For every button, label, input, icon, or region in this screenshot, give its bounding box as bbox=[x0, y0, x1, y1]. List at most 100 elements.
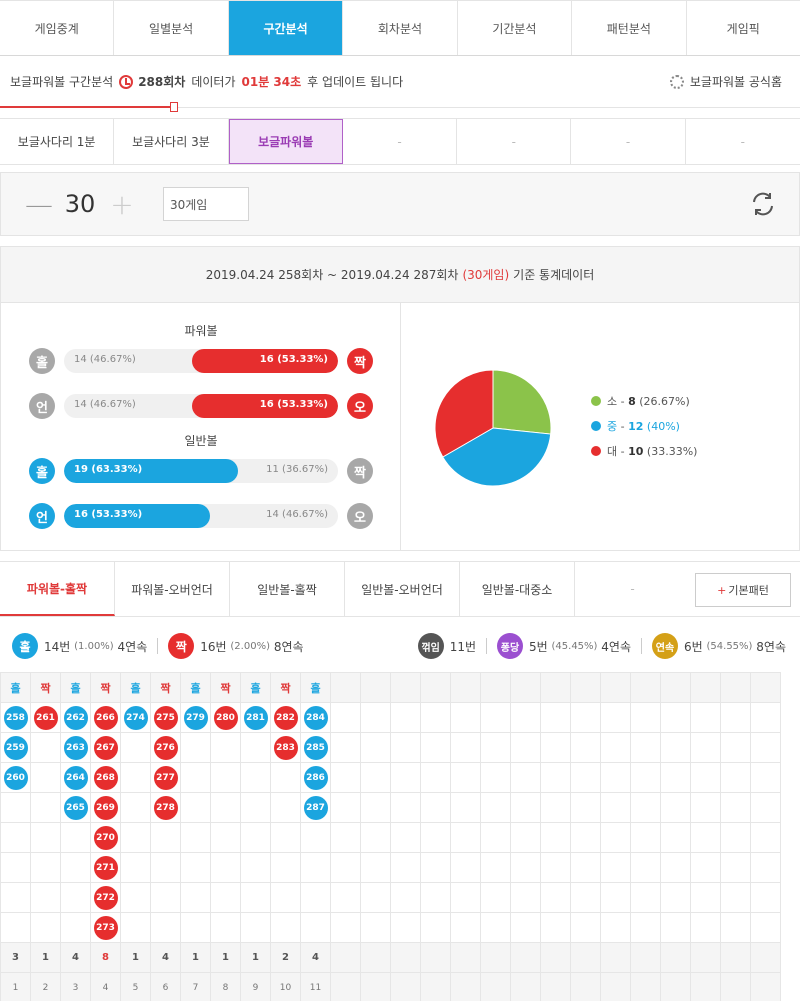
grid-cell bbox=[390, 822, 421, 853]
grid-cell bbox=[390, 732, 421, 763]
tab-pick[interactable]: 게임픽 bbox=[687, 1, 800, 55]
grid-cell: 275 bbox=[150, 702, 181, 733]
official-link[interactable]: 보글파워볼 공식홈 bbox=[669, 73, 782, 90]
cont-pct: (54.55%) bbox=[706, 640, 753, 652]
grid-header-cell: 홀 bbox=[240, 672, 271, 703]
even-pct: (2.00%) bbox=[230, 640, 270, 652]
grid-cell bbox=[510, 732, 541, 763]
cont-summary: 연속 6번 (54.55%) 8연속 bbox=[652, 633, 786, 659]
grid-cell bbox=[720, 822, 751, 853]
grid-header-cell bbox=[660, 672, 691, 703]
grid-cell bbox=[420, 762, 451, 793]
ptab-nb-over-under[interactable]: 일반볼-오버언더 bbox=[345, 562, 460, 616]
basic-pattern-button[interactable]: + 기본패턴 bbox=[695, 573, 791, 607]
result-ball: 264 bbox=[63, 765, 88, 790]
grid-cell bbox=[630, 822, 661, 853]
tab-section[interactable]: 구간분석 bbox=[228, 1, 344, 55]
tab-round[interactable]: 회차분석 bbox=[343, 1, 458, 55]
ptab-pb-over-under[interactable]: 파워볼-오버언더 bbox=[115, 562, 230, 616]
ptab-empty: - bbox=[630, 582, 635, 596]
legend-large: 대 - 10 (33.33%) bbox=[591, 443, 791, 459]
stats-header: 2019.04.24 258회차 ~ 2019.04.24 287회차 (30게… bbox=[1, 247, 799, 303]
grid-cell bbox=[720, 732, 751, 763]
result-ball: 261 bbox=[33, 705, 58, 730]
grid-cell bbox=[120, 882, 151, 913]
grid-cell bbox=[570, 732, 601, 763]
grid-cell bbox=[450, 762, 481, 793]
grid-cell: 267 bbox=[90, 732, 121, 763]
grid-cell bbox=[270, 792, 301, 823]
bar-track: 16 (53.33%) 14 (46.67%) bbox=[64, 504, 338, 528]
grid-header-cell bbox=[420, 672, 451, 703]
subtab-ladder-1[interactable]: 보글사다리 1분 bbox=[0, 119, 115, 164]
even-streak: 8연속 bbox=[273, 639, 304, 654]
grid-cell bbox=[480, 762, 511, 793]
even-icon: 짝 bbox=[347, 348, 373, 374]
tab-live[interactable]: 게임중계 bbox=[0, 1, 115, 55]
grid-cell bbox=[690, 912, 721, 943]
grid-cell bbox=[150, 852, 181, 883]
grid-cell bbox=[510, 792, 541, 823]
grid-cell bbox=[0, 792, 31, 823]
even-summary: 짝 16번 (2.00%) 8연속 bbox=[168, 633, 304, 659]
grid-header-cell: 짝 bbox=[30, 672, 61, 703]
stats-panel: 2019.04.24 258회차 ~ 2019.04.24 287회차 (30게… bbox=[0, 246, 800, 551]
ptab-nb-size[interactable]: 일반볼-대중소 bbox=[460, 562, 575, 616]
pong-pct: (45.45%) bbox=[551, 640, 598, 652]
subtab-ladder-3[interactable]: 보글사다리 3분 bbox=[114, 119, 229, 164]
grid-cell bbox=[420, 702, 451, 733]
grid-count-cell: 2 bbox=[270, 942, 301, 973]
grid-count-cell bbox=[510, 942, 541, 973]
grid-cell bbox=[360, 732, 391, 763]
grid-header-row: 홀짝홀짝홀짝홀짝홀짝홀 bbox=[0, 672, 781, 703]
ptab-nb-odd-even[interactable]: 일반볼-홀짝 bbox=[230, 562, 345, 616]
decrease-button[interactable]: — bbox=[25, 188, 53, 221]
grid-count-cell bbox=[390, 942, 421, 973]
grid-cell bbox=[600, 702, 631, 733]
grid-cell bbox=[630, 912, 661, 943]
odd-pct: (1.00%) bbox=[74, 640, 114, 652]
grid-index-cell bbox=[360, 972, 391, 1001]
subtab-powerball[interactable]: 보글파워볼 bbox=[228, 119, 343, 164]
tab-period[interactable]: 기간분석 bbox=[458, 1, 573, 55]
grid-cell bbox=[600, 822, 631, 853]
result-ball: 283 bbox=[273, 735, 298, 760]
grid-cell bbox=[450, 882, 481, 913]
legend-dot bbox=[591, 446, 601, 456]
grid-cell: 271 bbox=[90, 852, 121, 883]
grid-header-cell bbox=[510, 672, 541, 703]
tab-pattern[interactable]: 패턴분석 bbox=[572, 1, 687, 55]
grid-cell bbox=[420, 732, 451, 763]
grid-cell bbox=[330, 882, 361, 913]
increase-button[interactable]: + bbox=[109, 188, 135, 221]
refresh-icon[interactable] bbox=[749, 190, 777, 218]
even-icon: 짝 bbox=[347, 458, 373, 484]
ptab-pb-odd-even[interactable]: 파워볼-홀짝 bbox=[0, 562, 115, 616]
grid-cell: 281 bbox=[240, 702, 271, 733]
grid-count-cell: 4 bbox=[150, 942, 181, 973]
grid-cell bbox=[630, 762, 661, 793]
under-icon: 언 bbox=[29, 393, 55, 419]
grid-cell bbox=[180, 762, 211, 793]
grid-cell bbox=[180, 732, 211, 763]
game-count-select[interactable]: 30게임 bbox=[163, 187, 249, 221]
grid-cell bbox=[270, 762, 301, 793]
legend-count: 10 bbox=[628, 445, 644, 458]
grid-cell: 287 bbox=[300, 792, 331, 823]
grid-cell bbox=[690, 732, 721, 763]
result-ball: 266 bbox=[93, 705, 118, 730]
grid-cell bbox=[30, 852, 61, 883]
grid-header-cell bbox=[570, 672, 601, 703]
grid-header-cell bbox=[600, 672, 631, 703]
grid-cell bbox=[420, 882, 451, 913]
powerball-title: 파워볼 bbox=[184, 324, 218, 338]
bar-left-label: 14 (46.67%) bbox=[74, 399, 136, 410]
grid-cell: 276 bbox=[150, 732, 181, 763]
cont-badge: 연속 bbox=[652, 633, 678, 659]
divider bbox=[486, 638, 487, 654]
grid-index-cell: 9 bbox=[240, 972, 271, 1001]
pattern-table: 홀 짝 홀 짝 홀 짝 홀 짝 홀 짝 홀 258 261 262 266 274 275 279 280 281 28… bbox=[0, 672, 781, 1001]
grid-header-cell: 홀 bbox=[180, 672, 211, 703]
grid-header-cell bbox=[690, 672, 721, 703]
tab-daily[interactable]: 일별분석 bbox=[114, 1, 229, 55]
